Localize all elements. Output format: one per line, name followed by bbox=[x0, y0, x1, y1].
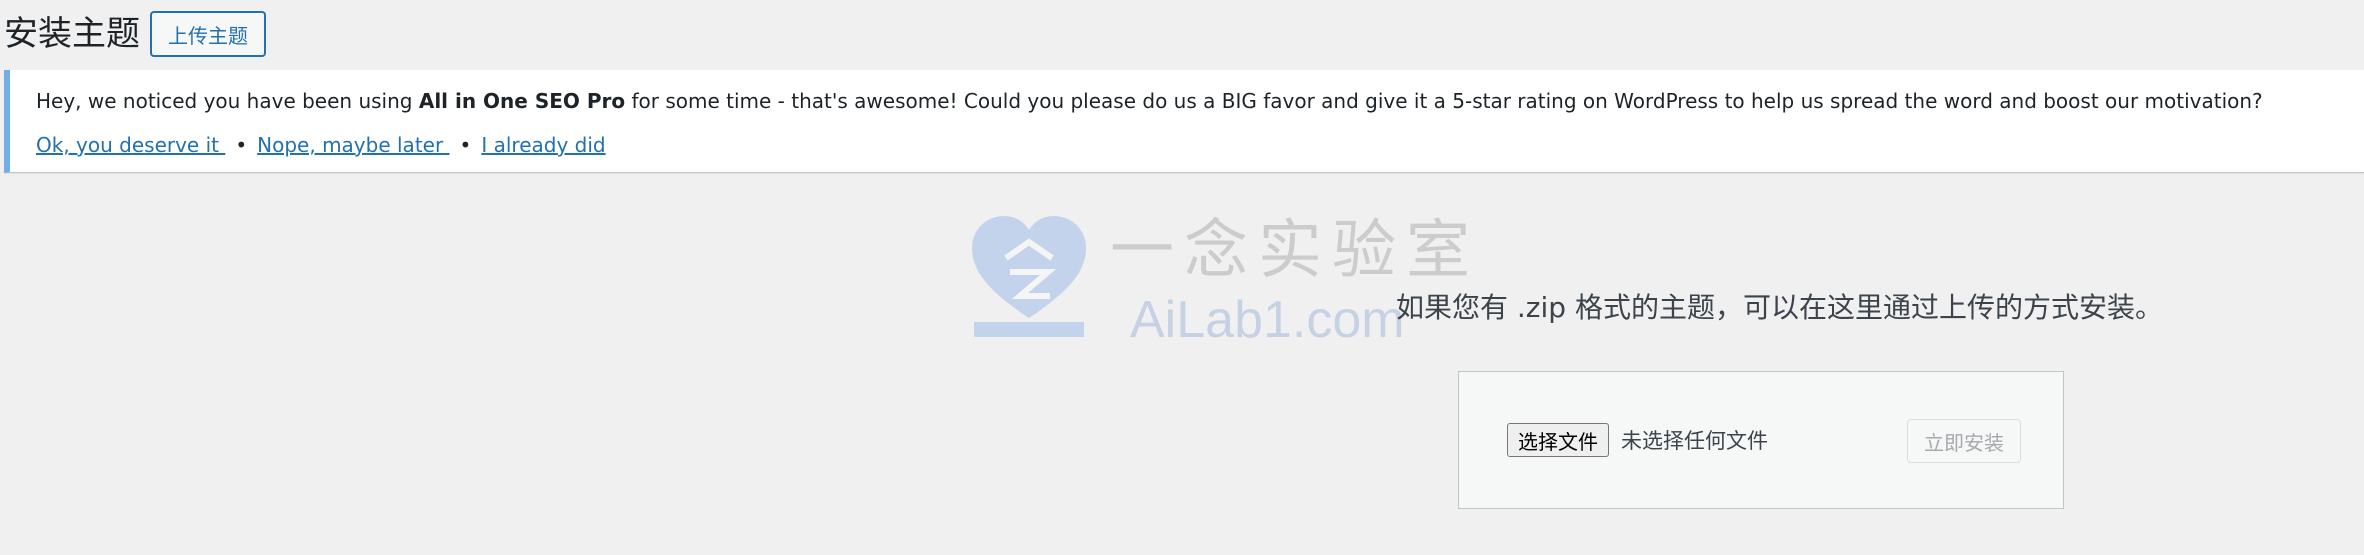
already-did-link[interactable]: I already did bbox=[481, 133, 605, 157]
upload-theme-button[interactable]: 上传主题 bbox=[150, 11, 266, 57]
notice-text-after: for some time - that's awesome! Could yo… bbox=[625, 89, 2263, 113]
watermark-en-text: AiLab1.com bbox=[1130, 291, 1405, 349]
upload-description: 如果您有 .zip 格式的主题，可以在这里通过上传的方式安装。 bbox=[1396, 291, 2163, 324]
upload-form: 选择文件 未选择任何文件 立即安装 bbox=[1458, 371, 2064, 509]
watermark: 一念实验室 AiLab1.com bbox=[970, 214, 1470, 349]
heart-logo-icon bbox=[972, 216, 1086, 337]
notice-message: Hey, we noticed you have been using All … bbox=[36, 86, 2263, 116]
separator: • bbox=[459, 133, 472, 157]
notice-links: Ok, you deserve it • Nope, maybe later • I… bbox=[36, 130, 606, 160]
maybe-later-link[interactable]: Nope, maybe later bbox=[257, 133, 449, 157]
notice-text-before: Hey, we noticed you have been using bbox=[36, 89, 419, 113]
install-now-button[interactable]: 立即安装 bbox=[1907, 419, 2021, 463]
page-header: 安装主题 上传主题 bbox=[4, 10, 266, 58]
page-title: 安装主题 bbox=[4, 14, 140, 54]
file-status: 未选择任何文件 bbox=[1621, 429, 1768, 453]
deserve-it-link[interactable]: Ok, you deserve it bbox=[36, 133, 225, 157]
separator: • bbox=[235, 133, 248, 157]
watermark-cn-text: 一念实验室 bbox=[1110, 214, 1480, 288]
review-notice: Hey, we noticed you have been using All … bbox=[4, 70, 2364, 173]
choose-file-button[interactable]: 选择文件 bbox=[1507, 423, 1609, 457]
notice-plugin-name: All in One SEO Pro bbox=[418, 89, 626, 113]
